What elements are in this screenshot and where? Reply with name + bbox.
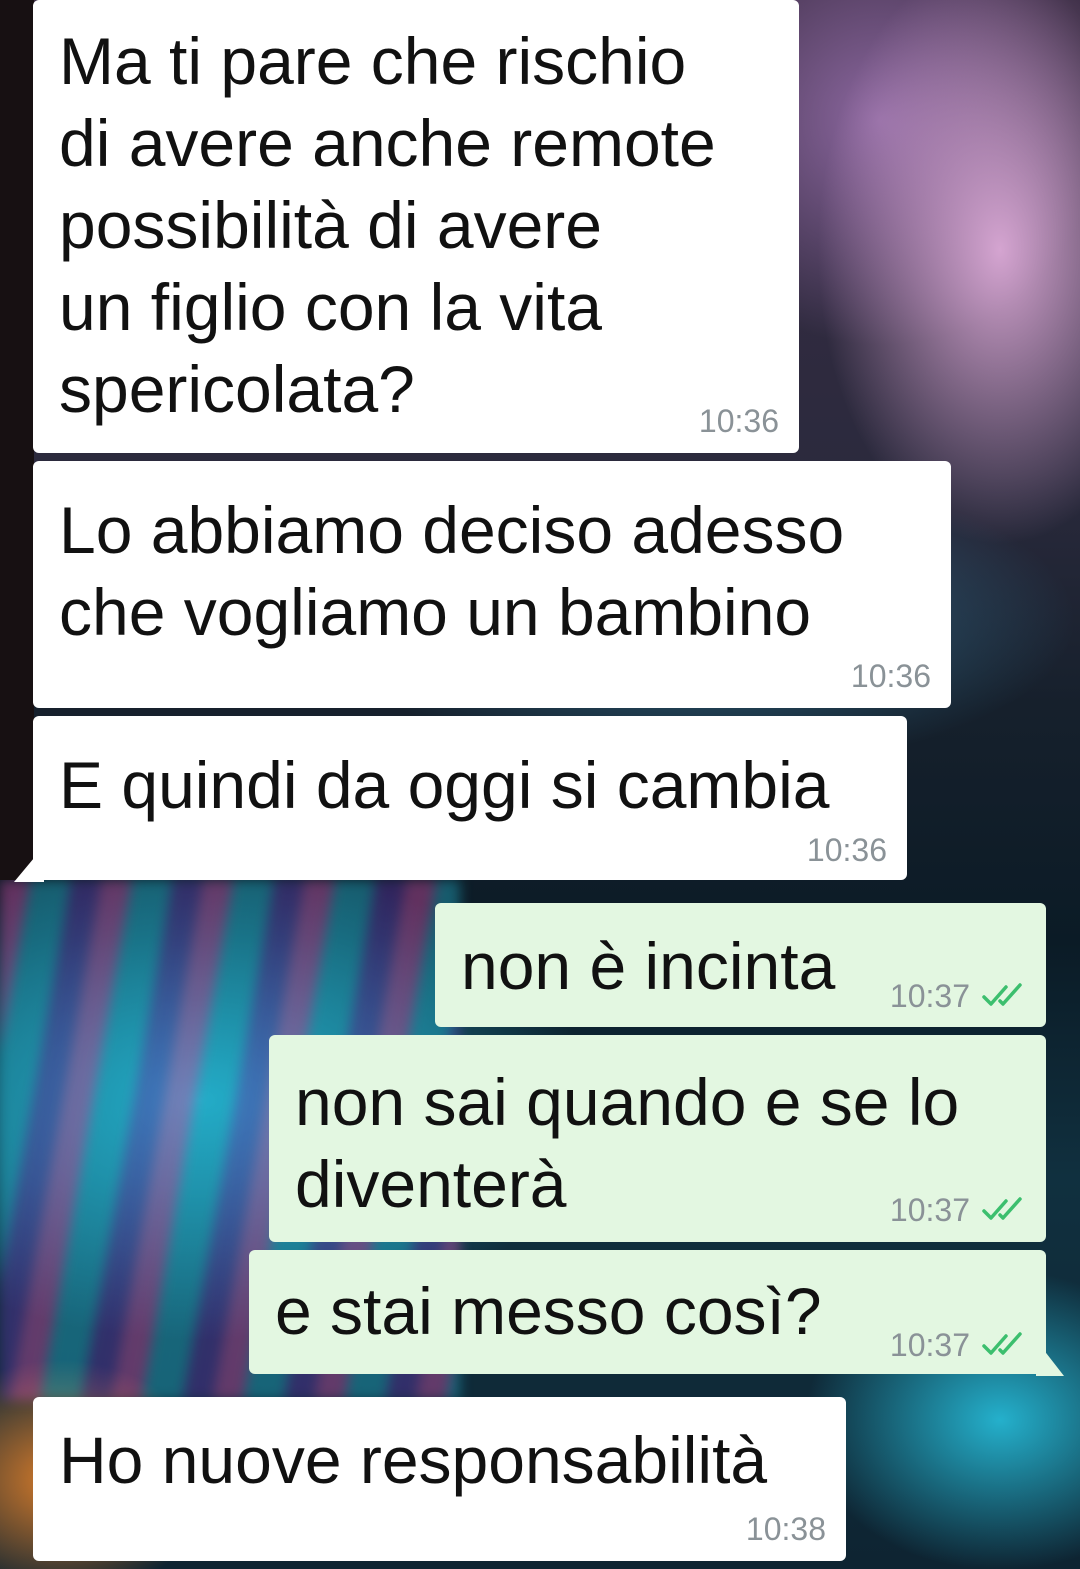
message-time: 10:37: [889, 1327, 970, 1363]
message-bubble-incoming[interactable]: Lo abbiamo deciso adesso che vogliamo un…: [33, 461, 951, 708]
chat-conversation[interactable]: Ma ti pare che rischio di avere anche re…: [0, 0, 1080, 1569]
message-bubble-outgoing[interactable]: non sai quando e se lo diventerà 10:37: [269, 1035, 1046, 1242]
message-text: Ma ti pare che rischio di avere anche re…: [59, 24, 716, 426]
message-time: 10:37: [889, 978, 970, 1014]
message-text: Lo abbiamo deciso adesso che vogliamo un…: [59, 493, 845, 649]
message-time: 10:36: [806, 832, 887, 868]
double-check-icon: [982, 1197, 1022, 1220]
message-time: 10:36: [850, 658, 931, 694]
message-time: 10:36: [698, 403, 779, 439]
message-time: 10:37: [889, 1192, 970, 1228]
bubble-tail-outgoing: [1036, 1340, 1064, 1376]
message-bubble-outgoing[interactable]: e stai messo così? 10:37: [249, 1250, 1046, 1374]
message-bubble-incoming[interactable]: Ho nuove responsabilità 10:38: [33, 1397, 846, 1561]
message-text: non sai quando e se lo diventerà: [295, 1065, 960, 1221]
message-text: Ho nuove responsabilità: [59, 1423, 768, 1497]
message-text: E quindi da oggi si cambia: [59, 748, 830, 822]
message-bubble-outgoing[interactable]: non è incinta 10:37: [435, 903, 1046, 1027]
message-time: 10:38: [745, 1511, 826, 1547]
double-check-icon: [982, 1332, 1022, 1355]
bubble-tail-incoming: [14, 846, 44, 882]
message-text: non è incinta: [461, 929, 836, 1003]
message-bubble-incoming[interactable]: Ma ti pare che rischio di avere anche re…: [33, 0, 799, 453]
message-text: e stai messo così?: [275, 1274, 822, 1348]
double-check-icon: [982, 983, 1022, 1006]
message-bubble-incoming[interactable]: E quindi da oggi si cambia 10:36: [33, 716, 907, 880]
